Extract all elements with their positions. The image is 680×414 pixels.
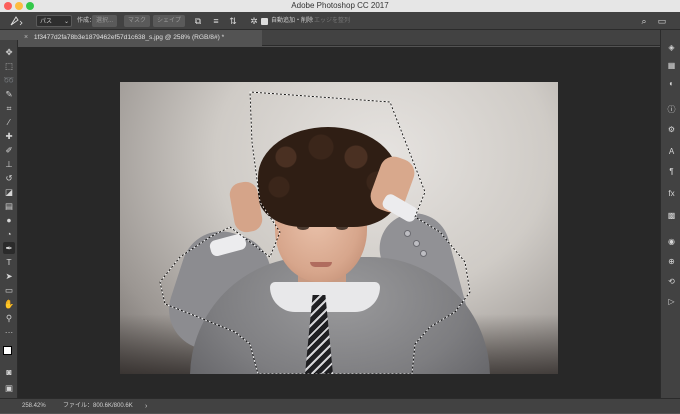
properties-icon[interactable]: ⚙ — [666, 124, 677, 135]
document-tab-bar: × 1f3477d2fa78b3e1879462ef57d1c638_s.jpg… — [18, 30, 660, 46]
channels-icon[interactable]: ▦ — [666, 60, 677, 71]
canvas-area[interactable] — [18, 47, 660, 399]
rectangle-tool[interactable]: ▭ — [3, 284, 15, 296]
chevron-right-icon[interactable]: › — [145, 399, 147, 414]
history-brush-tool[interactable]: ↺ — [3, 172, 15, 184]
options-bar: パス ⌄ 作成： 選択... マスク シェイプ ⧉ ≡ ⇅ ✲ 自動追加・削除 … — [0, 12, 680, 30]
more-tools[interactable]: ··· — [3, 326, 15, 338]
close-tab-icon[interactable]: × — [24, 30, 32, 46]
healing-tool[interactable]: ✚ — [3, 130, 15, 142]
path-selection-outline[interactable] — [120, 82, 558, 374]
quick-mask-icon[interactable]: ◙ — [3, 366, 15, 378]
file-info: ファイル：800.6K/800.6K — [63, 403, 133, 409]
path-operations-icon[interactable]: ⧉ — [192, 15, 204, 27]
chevron-down-icon: ⌄ — [63, 19, 69, 25]
screen-mode-icon[interactable]: ▣ — [3, 382, 15, 394]
paragraph-icon[interactable]: ¶ — [666, 166, 677, 177]
lasso-tool[interactable]: ➿ — [3, 74, 15, 86]
marquee-tool[interactable]: ⬚ — [3, 60, 15, 72]
tool-mode-value: パス — [40, 19, 53, 25]
crop-tool[interactable]: ⌗ — [3, 102, 15, 114]
swatches-icon[interactable]: ▩ — [666, 210, 677, 221]
gradient-tool[interactable]: ▤ — [3, 200, 15, 212]
panel-dock: ◈ ▦ ◐ ⓘ ⚙ A ¶ fx ▩ ◉ ⊕ ⟲ ▷ — [660, 30, 680, 398]
dodge-tool[interactable]: ◔ — [3, 228, 15, 240]
eraser-tool[interactable]: ◪ — [3, 186, 15, 198]
auto-add-delete-label: 自動追加・削除 — [271, 18, 314, 24]
gear-icon[interactable]: ✲ — [248, 15, 260, 27]
title-bar: Adobe Photoshop CC 2017 — [0, 0, 680, 12]
character-icon[interactable]: A — [666, 146, 677, 157]
color-icon[interactable]: ◉ — [666, 236, 677, 247]
quick-select-tool[interactable]: ✎ — [3, 88, 15, 100]
hand-tool[interactable]: ✋ — [3, 298, 15, 310]
path-select-tool[interactable]: ➤ — [3, 270, 15, 282]
zoom-tool[interactable]: ⚲ — [3, 312, 15, 324]
align-edges-label[interactable]: エッジを整列 — [314, 15, 350, 27]
make-mask-button[interactable]: マスク — [124, 15, 151, 27]
document-tab-title: 1f3477d2fa78b3e1879462ef57d1c638_s.jpg @… — [33, 34, 225, 41]
history-icon[interactable]: ⟲ — [666, 276, 677, 287]
tools-panel: ✥ ⬚ ➿ ✎ ⌗ ⁄ ✚ ✐ ⊥ ↺ ◪ ▤ ● ◔ ✒ T ➤ ▭ ✋ ⚲ … — [0, 40, 18, 398]
info-icon[interactable]: ⓘ — [666, 104, 677, 115]
status-bar: 258.42% ファイル：800.6K/800.6K › — [0, 398, 680, 413]
tool-mode-select[interactable]: パス ⌄ — [36, 15, 72, 27]
type-tool[interactable]: T — [3, 256, 15, 268]
adjustments-icon[interactable]: ◐ — [666, 78, 677, 89]
layers-icon[interactable]: ◈ — [666, 42, 677, 53]
foreground-color-swatch[interactable] — [3, 346, 12, 355]
navigator-icon[interactable]: ⊕ — [666, 256, 677, 267]
make-shape-button[interactable]: シェイプ — [153, 15, 186, 27]
path-alignment-icon[interactable]: ≡ — [210, 15, 222, 27]
auto-add-delete-checkbox[interactable] — [261, 18, 268, 25]
eyedropper-tool[interactable]: ⁄ — [3, 116, 15, 128]
brush-tool[interactable]: ✐ — [3, 144, 15, 156]
search-icon[interactable]: ⌕ — [638, 15, 650, 27]
workspace-icon[interactable]: ▭ — [656, 15, 668, 27]
styles-icon[interactable]: fx — [666, 188, 677, 199]
stamp-tool[interactable]: ⊥ — [3, 158, 15, 170]
document-photo[interactable] — [120, 82, 558, 374]
make-selection-button[interactable]: 選択... — [92, 15, 118, 27]
path-arrangement-icon[interactable]: ⇅ — [227, 15, 239, 27]
actions-icon[interactable]: ▷ — [666, 296, 677, 307]
app-title: Adobe Photoshop CC 2017 — [291, 1, 389, 10]
pen-tool[interactable]: ✒ — [3, 242, 15, 254]
zoom-level[interactable]: 258.42% — [22, 399, 46, 414]
move-tool[interactable]: ✥ — [3, 46, 15, 58]
blur-tool[interactable]: ● — [3, 214, 15, 226]
document-tab[interactable]: × 1f3477d2fa78b3e1879462ef57d1c638_s.jpg… — [18, 30, 262, 46]
pen-tool-preset-icon[interactable] — [8, 15, 24, 27]
